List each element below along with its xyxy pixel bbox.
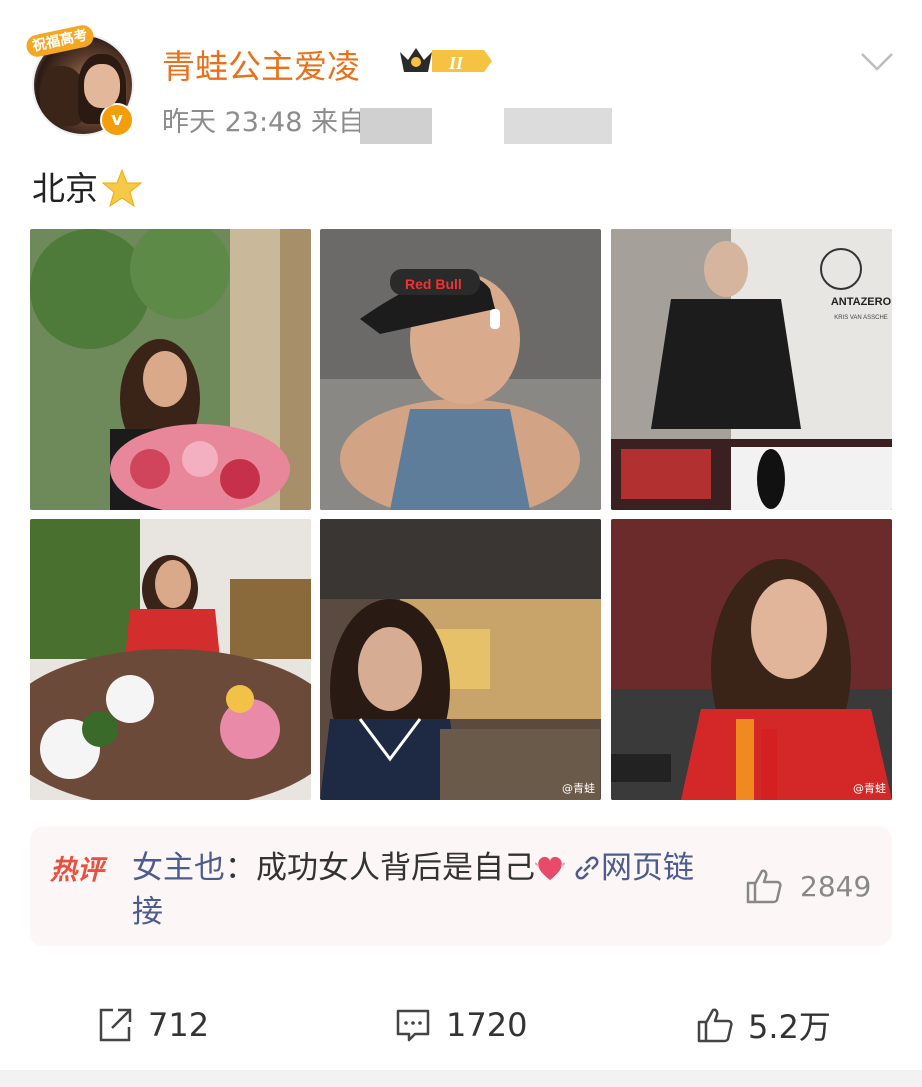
blurred-source	[360, 108, 432, 144]
photo-6[interactable]: @青蛙	[611, 519, 892, 800]
hot-comment-label: 热评	[50, 855, 104, 886]
photo-grid: Red Bull ANTAZERO KRIS VAN ASSCHE @青蛙 @青…	[30, 229, 892, 801]
source-prefix: 来自	[311, 107, 365, 138]
photo-1[interactable]	[30, 229, 311, 510]
share-icon	[99, 1008, 132, 1042]
hot-comment-text: 女主也：成功女人背后是自己 网页链接	[132, 850, 694, 930]
action-bar: 712 1720 5.2万	[0, 990, 922, 1060]
blurred-source	[504, 108, 612, 144]
star-emoji-icon	[102, 168, 142, 208]
billboard-sub: KRIS VAN ASSCHE	[834, 315, 888, 321]
comment-button[interactable]: 1720	[394, 990, 527, 1060]
photo-4[interactable]	[30, 519, 311, 800]
photo-5[interactable]: @青蛙	[320, 519, 601, 800]
hot-comment-author[interactable]: 女主也	[132, 850, 225, 886]
photo-watermark: @青蛙	[853, 782, 886, 795]
hot-comment-likes: 2849	[800, 870, 872, 903]
level-text: II	[448, 53, 464, 73]
verified-icon: v	[100, 103, 134, 137]
photo-2[interactable]: Red Bull	[320, 229, 601, 510]
hot-comment[interactable]: 热评 女主也：成功女人背后是自己 网页链接 2849	[30, 826, 892, 946]
svg-text:Red Bull: Red Bull	[405, 276, 462, 292]
like-button[interactable]: 5.2万	[696, 990, 831, 1060]
post-text: 北京	[32, 162, 142, 210]
chevron-down-icon[interactable]	[860, 50, 894, 74]
comment-count: 1720	[446, 1006, 528, 1044]
photo-watermark: @青蛙	[562, 782, 595, 795]
thumbs-up-icon[interactable]	[744, 866, 784, 906]
repost-button[interactable]: 712	[96, 990, 209, 1060]
bottom-divider	[0, 1070, 922, 1087]
comment-icon	[396, 1009, 430, 1042]
post-time: 昨天 23:48 来自	[162, 107, 365, 138]
vip-crown-icon[interactable]: II	[398, 44, 494, 78]
like-count: 5.2万	[748, 1008, 831, 1046]
heart-emoji-icon	[535, 856, 565, 880]
repost-count: 712	[148, 1006, 210, 1044]
link-icon	[575, 856, 599, 880]
post-header: 祝福高考 v 青蛙公主爱凌 II 昨天 23:48 来自	[0, 0, 922, 150]
like-icon	[697, 1008, 733, 1043]
hot-comment-body: 成功女人背后是自己	[256, 850, 535, 886]
username[interactable]: 青蛙公主爱凌	[162, 40, 360, 88]
photo-3[interactable]: ANTAZERO KRIS VAN ASSCHE	[611, 229, 892, 510]
billboard-brand: ANTAZERO	[831, 296, 892, 308]
